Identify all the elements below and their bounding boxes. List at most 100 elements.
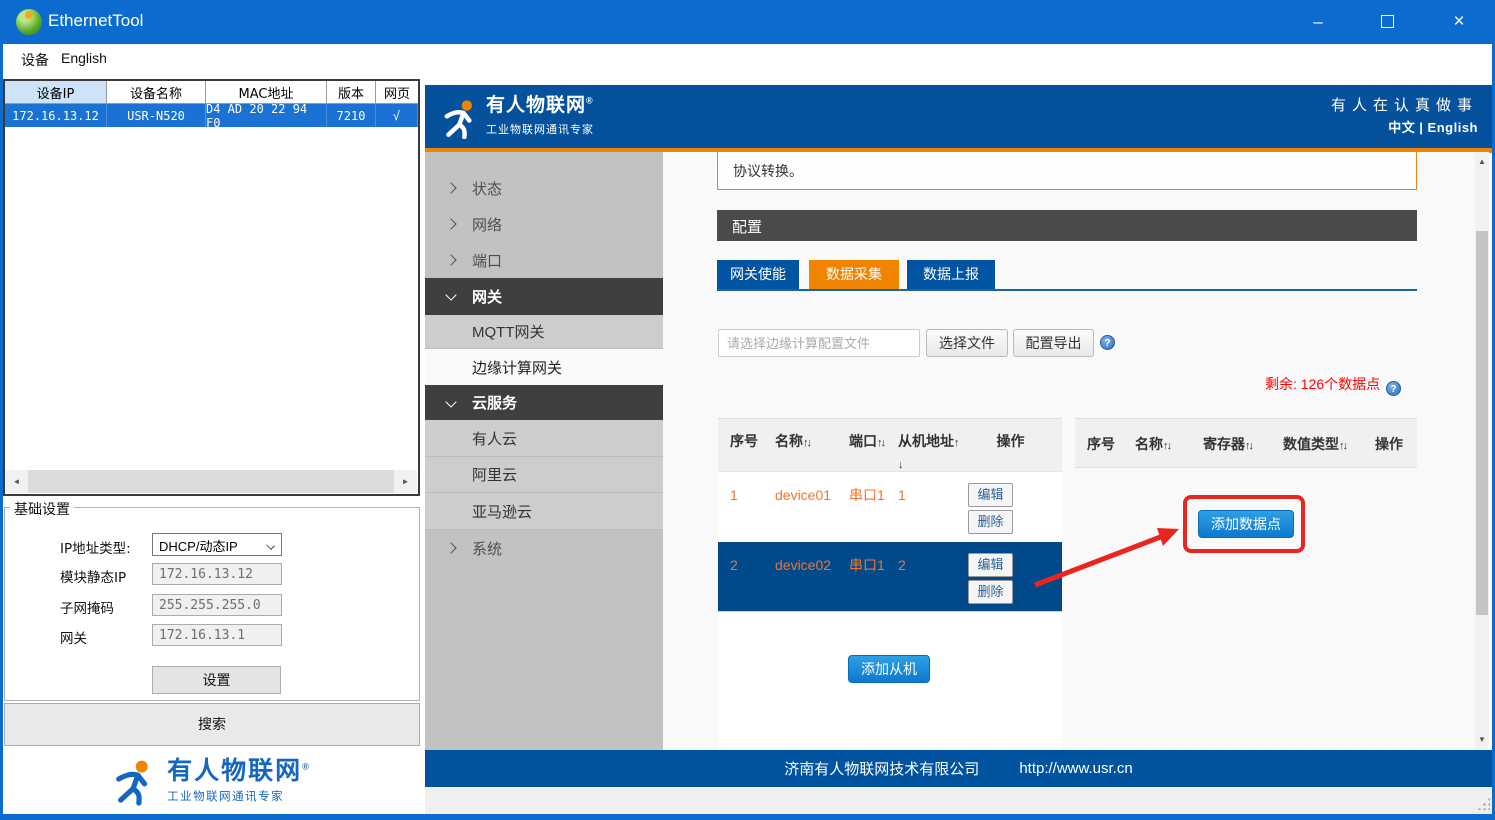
col-port[interactable]: 端口↑↓	[849, 431, 885, 453]
slave-table-header: 序号 名称↑↓ 端口↑↓ 从机地址↑↓ 操作	[718, 418, 1062, 472]
maximize-button[interactable]	[1365, 0, 1411, 44]
web-brand-name: 有人物联网®	[486, 96, 594, 117]
minimize-icon: –	[1313, 12, 1322, 31]
edit-button[interactable]: 编辑	[968, 483, 1013, 507]
device-version-cell: 7210	[327, 104, 376, 127]
device-list-hscrollbar[interactable]: ◄ ►	[5, 470, 417, 493]
web-content: 协议转换。 配置 网关使能 数据采集 数据上报 选择文件 配置导出 ? 剩余: …	[663, 152, 1475, 750]
sidebar-item-cloud[interactable]: 云服务	[425, 385, 663, 420]
menu-item-english[interactable]: English	[55, 48, 113, 68]
gateway-field[interactable]	[152, 624, 282, 646]
web-header: 有人物联网® 工业物联网通讯专家 有人在认真做事 中文 | English	[425, 85, 1492, 148]
sidebar-item-ali-cloud[interactable]: 阿里云	[425, 457, 663, 493]
col-name[interactable]: 名称↑↓	[1135, 434, 1170, 456]
sort-icon: ↑↓	[1163, 440, 1170, 452]
registered-mark: ®	[302, 761, 311, 771]
tab-data-collection[interactable]: 数据采集	[809, 260, 899, 289]
sidebar-item-status[interactable]: 状态	[425, 170, 663, 206]
column-header-webpage[interactable]: 网页	[376, 81, 418, 104]
device-row[interactable]: 172.16.13.12 USR-N520 D4 AD 20 22 94 F0 …	[5, 104, 418, 127]
slave-table: 序号 名称↑↓ 端口↑↓ 从机地址↑↓ 操作 1 device01 串口1 1 …	[718, 418, 1062, 764]
column-header-device-ip[interactable]: 设备IP	[5, 81, 107, 104]
col-actions: 操作	[1375, 434, 1403, 454]
help-icon[interactable]: ?	[1100, 335, 1115, 350]
webpage-link-icon[interactable]: √	[376, 104, 418, 127]
point-table-header: 序号 名称↑↓ 寄存器↑↓ 数值类型↑↓ 操作	[1075, 418, 1417, 468]
column-header-device-name[interactable]: 设备名称	[107, 81, 206, 104]
scroll-left-icon[interactable]: ◄	[5, 470, 28, 493]
chevron-right-icon	[445, 218, 456, 229]
close-button[interactable]: ×	[1436, 0, 1482, 44]
tab-gateway-enable[interactable]: 网关使能	[717, 260, 799, 289]
registered-mark: ®	[586, 96, 594, 106]
scroll-right-icon[interactable]: ►	[394, 470, 417, 493]
ip-type-select[interactable]: DHCP/动态IP	[152, 533, 282, 556]
delete-button[interactable]: 删除	[968, 510, 1013, 534]
chevron-right-icon	[445, 542, 456, 553]
device-list-table: 设备IP 设备名称 MAC地址 版本 网页 172.16.13.12 USR-N…	[3, 79, 420, 496]
scroll-up-icon[interactable]: ▲	[1475, 154, 1489, 170]
export-config-button[interactable]: 配置导出	[1013, 329, 1094, 357]
gateway-label: 网关	[60, 627, 87, 647]
sidebar-item-edge-gateway[interactable]: 边缘计算网关	[425, 349, 663, 385]
window-border-bottom	[0, 814, 1495, 820]
col-value-type[interactable]: 数值类型↑↓	[1283, 434, 1346, 456]
tab-data-report[interactable]: 数据上报	[907, 260, 995, 289]
config-file-input[interactable]	[718, 329, 920, 357]
web-footer: 济南有人物联网技术有限公司 http://www.usr.cn	[425, 750, 1492, 787]
add-slave-button[interactable]: 添加从机	[848, 655, 930, 683]
delete-button[interactable]: 删除	[968, 580, 1013, 604]
static-ip-field[interactable]	[152, 563, 282, 585]
tab-underline	[717, 289, 1417, 291]
choose-file-button[interactable]: 选择文件	[926, 329, 1008, 357]
slave-row-2-selected[interactable]: 2 device02 串口1 2 编辑 删除	[718, 542, 1062, 612]
sidebar-item-mqtt-gateway[interactable]: MQTT网关	[425, 315, 663, 349]
chevron-right-icon	[445, 254, 456, 265]
apply-button[interactable]: 设置	[152, 666, 281, 694]
menu-item-device[interactable]: 设备	[15, 48, 55, 72]
sidebar-item-usr-cloud[interactable]: 有人云	[425, 420, 663, 457]
sort-icon: ↑↓	[1339, 440, 1346, 452]
scrollbar-thumb[interactable]	[1476, 231, 1488, 615]
language-switch[interactable]: 中文 | English	[1388, 117, 1478, 136]
scroll-down-icon[interactable]: ▼	[1475, 732, 1489, 748]
window-border-left	[0, 44, 3, 820]
netmask-field[interactable]	[152, 594, 282, 616]
static-ip-label: 模块静态IP	[60, 566, 126, 586]
sidebar-item-network[interactable]: 网络	[425, 206, 663, 242]
cell-no: 1	[730, 485, 762, 505]
sidebar-item-gateway[interactable]: 网关	[425, 278, 663, 315]
col-register[interactable]: 寄存器↑↓	[1203, 434, 1252, 456]
sidebar-item-port[interactable]: 端口	[425, 242, 663, 278]
usr-logo: 有人物联网® 工业物联网通讯专家	[0, 748, 423, 814]
ip-type-label: IP地址类型:	[60, 537, 131, 557]
col-no: 序号	[1087, 434, 1115, 454]
edit-button[interactable]: 编辑	[968, 553, 1013, 577]
sidebar-item-system[interactable]: 系统	[425, 530, 663, 567]
slave-row-1[interactable]: 1 device01 串口1 1 编辑 删除	[718, 472, 1062, 542]
web-brand-slogan: 工业物联网通讯专家	[486, 121, 594, 137]
chevron-down-icon	[266, 541, 275, 550]
web-brand: 有人物联网® 工业物联网通讯专家	[486, 96, 594, 137]
search-button[interactable]: 搜索	[4, 703, 420, 746]
help-icon[interactable]: ?	[1386, 381, 1401, 396]
footer-company: 济南有人物联网技术有限公司	[784, 758, 979, 779]
device-name-cell: USR-N520	[107, 104, 206, 127]
menu-bar: 设备 English	[3, 44, 1492, 70]
web-vscrollbar[interactable]: ▲ ▼	[1475, 152, 1489, 750]
minimize-button[interactable]: –	[1295, 0, 1341, 44]
maximize-icon	[1381, 15, 1394, 28]
sidebar-item-aws-cloud[interactable]: 亚马逊云	[425, 493, 663, 530]
cell-name: device01	[775, 485, 841, 505]
col-name[interactable]: 名称↑↓	[775, 431, 841, 453]
intro-text-box: 协议转换。	[717, 152, 1417, 190]
column-header-version[interactable]: 版本	[327, 81, 376, 104]
config-section-header: 配置	[717, 210, 1417, 241]
col-slave-addr[interactable]: 从机地址↑↓	[898, 431, 960, 475]
ip-type-value: DHCP/动态IP	[159, 539, 238, 554]
footer-url[interactable]: http://www.usr.cn	[1019, 760, 1132, 777]
header-motto: 有人在认真做事	[1331, 94, 1478, 115]
application-window: EthernetTool – × 设备 English 设备IP 设备名称 MA…	[0, 0, 1495, 820]
col-no: 序号	[730, 431, 762, 451]
cell-port: 串口1	[849, 555, 885, 575]
